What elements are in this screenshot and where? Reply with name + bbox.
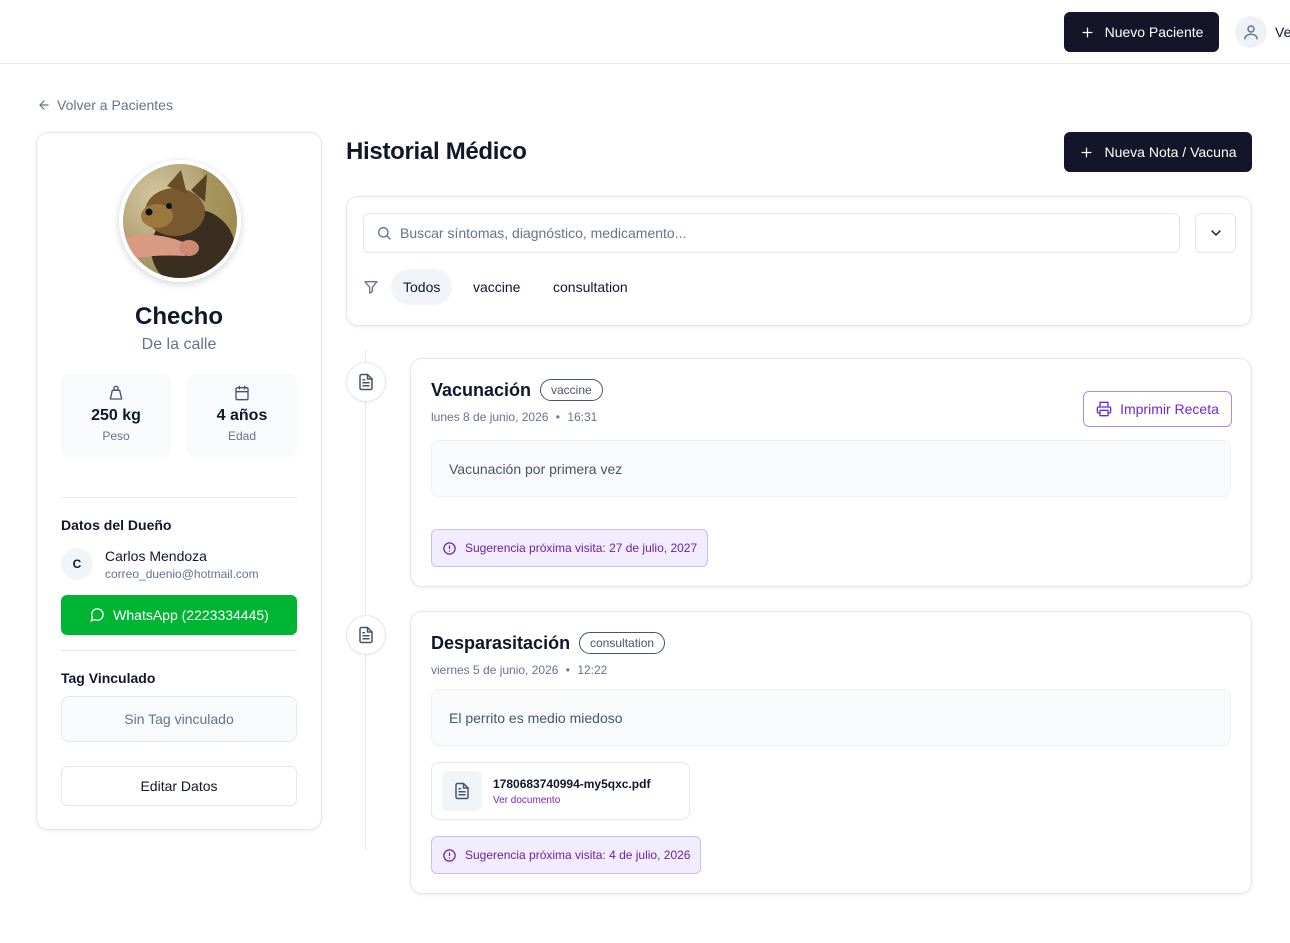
back-to-patients-link[interactable]: Volver a Pacientes (37, 97, 173, 113)
new-patient-label: Nuevo Paciente (1104, 24, 1204, 40)
patient-card: Checho De la calle 250 kg Peso 4 años Ed… (36, 132, 322, 830)
entry-note: El perrito es medio miedoso (431, 689, 1231, 746)
age-value: 4 años (216, 407, 268, 424)
alert-circle-icon (443, 541, 456, 555)
user-avatar (1235, 16, 1267, 48)
entry-time: 16:31 (567, 410, 598, 424)
page-title: Historial Médico (346, 138, 527, 165)
entry-datetime: lunes 8 de junio, 2026 • 16:31 (431, 410, 598, 424)
file-text-icon (359, 626, 373, 644)
back-label: Volver a Pacientes (57, 97, 173, 113)
owner-email: correo_duenio@hotmail.com (105, 567, 259, 581)
owner-avatar: C (61, 548, 93, 580)
top-bar: Nuevo Paciente Ve (0, 0, 1290, 64)
pet-name: Checho (134, 303, 223, 330)
filter-dropdown-button[interactable] (1195, 213, 1236, 253)
document-name: 1780683740994-my5qxc.pdf (493, 777, 651, 791)
timeline-node (346, 615, 386, 655)
user-name: Ve (1275, 24, 1290, 40)
whatsapp-label: WhatsApp (2223334445) (113, 607, 269, 623)
suggestion-text: Sugerencia próxima visita: 27 de julio, … (465, 541, 698, 555)
timeline-line (365, 350, 366, 850)
new-patient-button[interactable]: Nuevo Paciente (1064, 12, 1219, 52)
printer-icon (1096, 401, 1112, 417)
entry-time: 12:22 (577, 663, 608, 677)
whatsapp-button[interactable]: WhatsApp (2223334445) (61, 595, 297, 635)
new-note-button[interactable]: Nueva Nota / Vacuna (1064, 132, 1252, 172)
pet-breed: De la calle (141, 336, 217, 353)
entry-title: Vacunación (431, 380, 532, 400)
tag-section-title: Tag Vinculado (61, 670, 156, 686)
history-entry: Desparasitación consultation viernes 5 d… (410, 611, 1252, 894)
age-stat: 4 años Edad (187, 374, 297, 457)
entry-title: Desparasitación (431, 633, 571, 653)
next-visit-suggestion: Sugerencia próxima visita: 27 de julio, … (431, 529, 709, 567)
search-input[interactable] (400, 225, 1160, 241)
next-visit-suggestion: Sugerencia próxima visita: 4 de julio, 2… (431, 836, 702, 874)
search-icon (378, 227, 391, 240)
calendar-icon (235, 385, 249, 401)
filter-icon (364, 281, 378, 294)
message-circle-icon (90, 608, 104, 622)
divider (61, 650, 297, 651)
print-label: Imprimir Receta (1120, 401, 1219, 417)
print-prescription-button[interactable]: Imprimir Receta (1083, 391, 1232, 427)
attached-document[interactable]: 1780683740994-my5qxc.pdf Ver documento (431, 762, 690, 820)
timeline-node (346, 362, 386, 402)
chevron-down-icon (1210, 230, 1221, 236)
entry-type-badge: consultation (579, 632, 666, 654)
file-text-icon (455, 782, 469, 800)
tag-status: Sin Tag vinculado (61, 696, 297, 742)
entry-note: Vacunación por primera vez (431, 440, 1231, 497)
owner-name: Carlos Mendoza (105, 548, 207, 564)
search-box (363, 213, 1180, 253)
weight-icon (109, 385, 123, 400)
entry-date: viernes 5 de junio, 2026 (431, 663, 559, 677)
entry-date: lunes 8 de junio, 2026 (431, 410, 549, 424)
plus-icon (1082, 27, 1093, 37)
arrow-left-icon (39, 100, 49, 110)
entry-datetime: viernes 5 de junio, 2026 • 12:22 (431, 663, 608, 677)
weight-stat: 250 kg Peso (61, 374, 171, 457)
filter-chip-consultation[interactable]: consultation (541, 269, 640, 305)
history-entry: Vacunación vaccine lunes 8 de junio, 202… (410, 358, 1252, 587)
divider (61, 497, 297, 498)
user-icon (1244, 25, 1258, 40)
owner-section-title: Datos del Dueño (61, 517, 172, 533)
plus-icon (1081, 147, 1092, 157)
alert-circle-icon (443, 848, 456, 862)
entry-type-badge: vaccine (540, 379, 603, 401)
suggestion-text: Sugerencia próxima visita: 4 de julio, 2… (465, 848, 691, 862)
weight-value: 250 kg (91, 407, 141, 424)
document-icon-wrap (442, 771, 482, 811)
user-menu[interactable]: Ve (1235, 16, 1290, 48)
age-label: Edad (227, 429, 257, 443)
pet-photo (119, 160, 241, 282)
filter-chip-todos[interactable]: Todos (391, 269, 453, 305)
weight-label: Peso (102, 429, 130, 443)
new-note-label: Nueva Nota / Vacuna (1104, 144, 1237, 160)
view-document-link[interactable]: Ver documento (493, 795, 560, 806)
edit-data-button[interactable]: Editar Datos (61, 766, 297, 806)
filter-card: Todos vaccine consultation (346, 196, 1252, 326)
filter-chip-vaccine[interactable]: vaccine (461, 269, 532, 305)
file-text-icon (359, 373, 373, 391)
